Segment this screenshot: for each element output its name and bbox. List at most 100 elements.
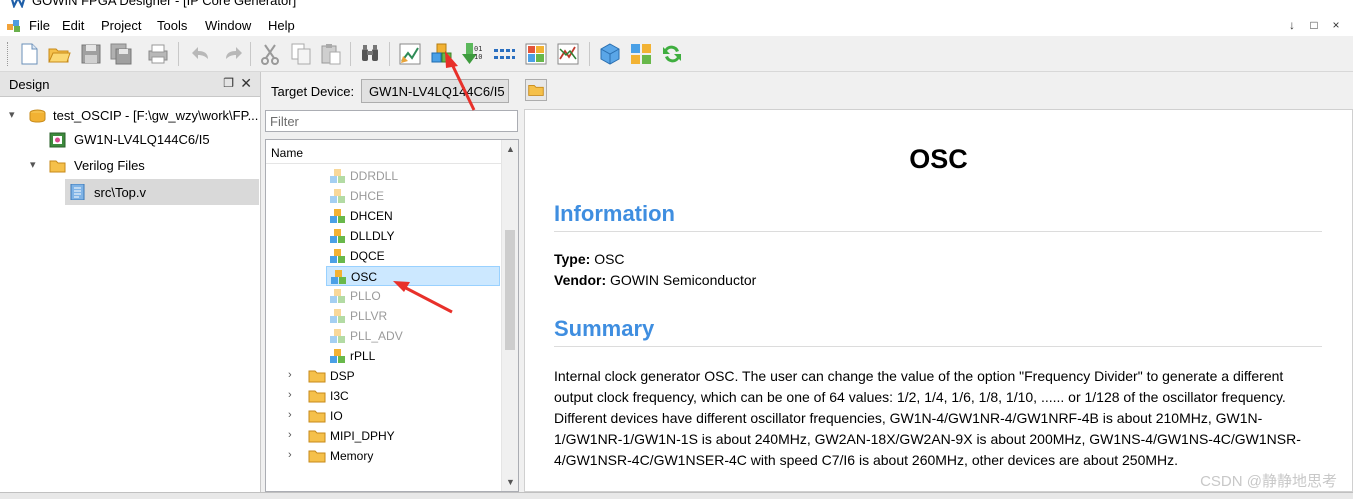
gowin-logo-icon (11, 0, 25, 8)
hierarchy-icon[interactable] (628, 41, 654, 67)
tree-item-top-v[interactable]: src\Top.v (65, 179, 259, 205)
ip-item-pllvr[interactable]: PLLVR (326, 306, 500, 326)
divider (554, 231, 1322, 232)
print-icon[interactable] (145, 41, 171, 67)
ip-core-list: Name DDRDLL DHCE DHCEN DLLDLY DQCE OSC P… (265, 139, 519, 492)
mdi-close-icon[interactable]: × (1325, 18, 1347, 32)
app-icon[interactable] (6, 18, 22, 34)
open-file-icon[interactable] (46, 41, 72, 67)
list-header[interactable]: Name (266, 140, 503, 164)
close-panel-icon[interactable]: ✕ (240, 75, 252, 92)
toolbar-grip[interactable] (7, 42, 10, 66)
ip-core-icon (330, 329, 345, 343)
paste-icon[interactable] (318, 41, 344, 67)
ip-core-icon (330, 349, 345, 363)
main-toolbar: 01 10 (0, 36, 1353, 72)
ip-category-label: Memory (330, 449, 374, 463)
chevron-right-icon[interactable]: › (288, 369, 292, 381)
find-icon[interactable] (357, 41, 383, 67)
menu-window[interactable]: Window (205, 18, 251, 33)
menu-help[interactable]: Help (268, 18, 295, 33)
ip-category-io[interactable]: › IO (288, 406, 500, 426)
ip-item-label: PLLVR (350, 309, 388, 323)
tree-item-device[interactable]: GW1N-LV4LQ144C6/I5 (0, 129, 259, 151)
ip-item-pllo[interactable]: PLLO (326, 286, 500, 306)
ip-category-mipi-dphy[interactable]: › MIPI_DPHY (288, 426, 500, 446)
ip-item-label: DHCE (350, 189, 385, 203)
mdi-maximize-icon[interactable]: □ (1303, 18, 1325, 32)
ip-package-icon[interactable] (597, 41, 623, 67)
ip-category-dsp[interactable]: › DSP (288, 366, 500, 386)
filter-input[interactable] (265, 110, 518, 132)
ip-core-icon (330, 229, 345, 243)
scroll-down-icon[interactable]: ▼ (506, 477, 515, 487)
ip-item-dlldly[interactable]: DLLDLY (326, 226, 500, 246)
ip-item-ddrdll[interactable]: DDRDLL (326, 166, 500, 186)
program-device-icon[interactable] (491, 41, 517, 67)
redo-icon[interactable] (220, 41, 246, 67)
ip-core-generator-panel: Target Device: GW1N-LV4LQ144C6/I5 Name D… (261, 72, 1353, 492)
divider (554, 346, 1322, 347)
undo-icon[interactable] (188, 41, 214, 67)
save-all-icon[interactable] (108, 41, 134, 67)
chevron-right-icon[interactable]: › (288, 449, 292, 461)
mdi-restore-icon[interactable]: ↓ (1281, 18, 1303, 32)
copy-icon[interactable] (288, 41, 314, 67)
project-icon (29, 109, 46, 123)
ip-item-dhce[interactable]: DHCE (326, 186, 500, 206)
new-file-icon[interactable] (16, 41, 42, 67)
vendor-value: GOWIN Semiconductor (610, 272, 757, 288)
ip-item-dhcen[interactable]: DHCEN (326, 206, 500, 226)
menu-file[interactable]: File (29, 18, 50, 33)
ip-item-label: PLLO (350, 289, 381, 303)
place-route-icon[interactable]: 01 10 (457, 41, 483, 67)
target-device-button[interactable]: GW1N-LV4LQ144C6/I5 (361, 79, 509, 103)
ip-category-memory[interactable]: › Memory (288, 446, 500, 466)
tree-item-label: GW1N-LV4LQ144C6/I5 (74, 132, 210, 147)
ip-item-label: rPLL (350, 349, 376, 363)
window-title: GOWIN FPGA Designer - [IP Core Generator… (32, 0, 297, 8)
folder-open-button[interactable] (525, 79, 547, 101)
menu-edit[interactable]: Edit (62, 18, 84, 33)
type-row: Type: OSC (554, 251, 625, 267)
folder-icon (308, 410, 326, 423)
target-device-label: Target Device: (271, 84, 355, 99)
folder-icon (308, 450, 326, 463)
ip-category-i3c[interactable]: › I3C (288, 386, 500, 406)
chevron-down-icon[interactable]: ▾ (30, 158, 36, 171)
ip-core-icon (330, 309, 345, 323)
ip-item-pll-adv[interactable]: PLL_ADV (326, 326, 500, 346)
ip-core-generator-icon[interactable] (429, 41, 455, 67)
svg-text:01: 01 (474, 45, 482, 53)
chevron-right-icon[interactable]: › (288, 389, 292, 401)
folder-icon (308, 430, 326, 443)
scrollbar-thumb[interactable] (505, 230, 515, 350)
synthesize-icon[interactable] (397, 41, 423, 67)
ip-item-dqce[interactable]: DQCE (326, 246, 500, 266)
ip-category-label: MIPI_DPHY (330, 429, 395, 443)
ip-item-rpll[interactable]: rPLL (326, 346, 500, 366)
chevron-right-icon[interactable]: › (288, 409, 292, 421)
floorplanner-icon[interactable] (523, 41, 549, 67)
save-icon[interactable] (78, 41, 104, 67)
refresh-icon[interactable] (659, 41, 685, 67)
chevron-down-icon[interactable]: ▾ (9, 108, 15, 121)
ip-item-osc[interactable]: OSC (326, 266, 500, 286)
ip-item-label: PLL_ADV (350, 329, 403, 343)
chevron-right-icon[interactable]: › (288, 429, 292, 441)
menu-project[interactable]: Project (101, 18, 141, 33)
ip-core-icon (330, 209, 345, 223)
tree-item-verilog-files[interactable]: ▾ Verilog Files (0, 155, 259, 177)
folder-icon (528, 85, 544, 96)
cut-icon[interactable] (257, 41, 283, 67)
mdi-controls: ↓ □ × (1281, 18, 1347, 32)
float-panel-icon[interactable]: ❐ (223, 76, 234, 90)
ip-item-label: DDRDLL (350, 169, 399, 183)
timing-constraints-icon[interactable] (555, 41, 581, 67)
vendor-row: Vendor: GOWIN Semiconductor (554, 272, 756, 288)
tree-item-project[interactable]: ▾ test_OSCIP - [F:\gw_wzy\work\FP... (0, 105, 259, 127)
scroll-up-icon[interactable]: ▲ (506, 144, 515, 154)
ip-documentation: OSC Information Type: OSC Vendor: GOWIN … (524, 109, 1353, 492)
menu-tools[interactable]: Tools (157, 18, 187, 33)
ip-list-scrollbar[interactable]: ▲ ▼ (501, 140, 518, 491)
